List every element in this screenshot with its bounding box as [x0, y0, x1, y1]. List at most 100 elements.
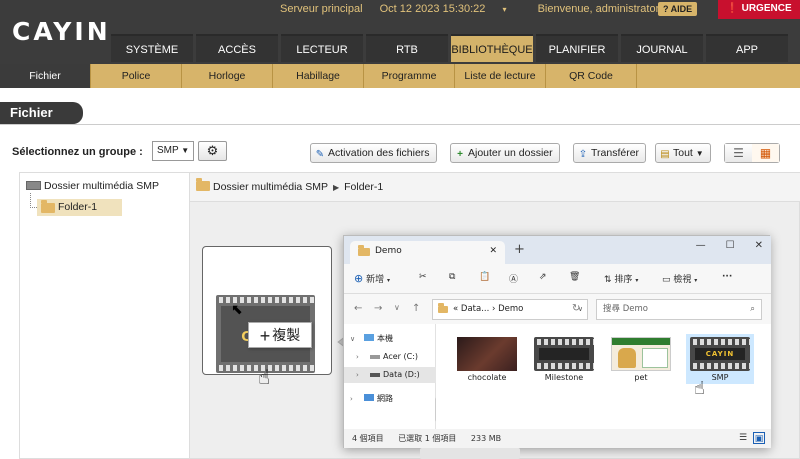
- divider: [0, 124, 800, 125]
- nav-tab-1[interactable]: ACCÈS: [196, 34, 278, 62]
- activate-files-button[interactable]: ✎ Activation des fichiers: [310, 143, 437, 163]
- up-icon[interactable]: ↑: [412, 303, 420, 314]
- recent-dropdown-icon[interactable]: ∨: [394, 303, 400, 312]
- sidebar-item-network[interactable]: › 網路: [344, 391, 436, 407]
- nav-tab-2[interactable]: LECTEUR: [281, 34, 363, 62]
- address-input[interactable]: « Data... › Demo ∨: [432, 299, 588, 320]
- explorer-file-area: chocolate Milestone pet CAYIN SMP ☝: [436, 324, 771, 429]
- folder-icon: [196, 178, 210, 191]
- folder-icon: [358, 245, 370, 256]
- minimize-icon[interactable]: —: [696, 240, 706, 251]
- file-explorer-window: Demo ✕ + — ☐ ✕ ⊕ 新增 ▾ ✂ ⧉ 📋 Ⓐ ⇗ 🗑 ⇅ 排序 ▾…: [343, 235, 771, 448]
- add-folder-button[interactable]: + Ajouter un dossier: [450, 143, 560, 163]
- file-item[interactable]: pet: [607, 334, 675, 382]
- nav-tab-4[interactable]: BIBLIOTHÈQUE: [451, 34, 533, 62]
- filter-icon: ▤: [660, 149, 670, 160]
- explorer-tab[interactable]: Demo ✕: [350, 241, 505, 264]
- close-tab-icon[interactable]: ✕: [489, 241, 497, 262]
- explorer-command-bar: ⊕ 新增 ▾ ✂ ⧉ 📋 Ⓐ ⇗ 🗑 ⇅ 排序 ▾ ▭ 檢視 ▾ ···: [344, 264, 771, 294]
- cayin-logo[interactable]: CAYIN: [12, 17, 111, 46]
- nav-tab-7[interactable]: APP: [706, 34, 788, 62]
- drive-icon: [370, 373, 380, 377]
- nav-tab-3[interactable]: RTB: [366, 34, 448, 62]
- group-settings-button[interactable]: ⚙: [198, 141, 227, 161]
- file-item[interactable]: chocolate: [453, 334, 521, 382]
- nav-tab-0[interactable]: SYSTÈME: [111, 34, 193, 62]
- chevron-right-icon: ›: [356, 353, 359, 361]
- help-button[interactable]: ? AIDE: [658, 2, 698, 16]
- hand-cursor-icon: ☝: [694, 378, 705, 399]
- view-icon: ▭: [662, 275, 671, 285]
- grid-view-icon[interactable]: ▦: [752, 144, 779, 162]
- window-controls: — ☐ ✕: [696, 240, 763, 251]
- subnav-item-1[interactable]: Police: [91, 64, 182, 88]
- explorer-address-bar: ← → ∨ ↑ « Data... › Demo ∨ ↻ 搜尋 Demo ⌕: [344, 294, 771, 324]
- selected-count: 已選取 1 個項目: [398, 434, 457, 443]
- new-tab-button[interactable]: +: [514, 242, 525, 257]
- filter-dropdown[interactable]: ▤ Tout ▼: [655, 143, 711, 163]
- maximize-icon[interactable]: ☐: [726, 240, 735, 251]
- file-item-selected[interactable]: CAYIN SMP: [686, 334, 754, 384]
- nav-tab-6[interactable]: JOURNAL: [621, 34, 703, 62]
- delete-icon[interactable]: 🗑: [569, 272, 580, 282]
- gear-icon: ⚙: [206, 143, 219, 158]
- sub-nav: Fichier Police Horloge Habillage Programme Li…: [0, 64, 800, 88]
- sort-button[interactable]: ⇅ 排序 ▾: [604, 272, 638, 285]
- chevron-right-icon: ›: [356, 371, 359, 379]
- refresh-icon[interactable]: ↻: [572, 303, 580, 314]
- breadcrumb-current[interactable]: Folder-1: [344, 181, 383, 193]
- drop-target-card[interactable]: CAYIN ⬉ ☝: [202, 246, 332, 389]
- nav-tab-5[interactable]: PLANIFIER: [536, 34, 618, 62]
- video-thumbnail: CAYIN: [690, 337, 750, 371]
- back-icon[interactable]: ←: [354, 303, 362, 314]
- status-row: Serveur principal Oct 12 2023 15:30:22 ▾…: [280, 3, 708, 15]
- explorer-titlebar: Demo ✕ + — ☐ ✕: [344, 236, 771, 264]
- tree-item-folder[interactable]: Folder-1: [37, 199, 122, 216]
- subnav-item-2[interactable]: Horloge: [182, 64, 273, 88]
- view-toggle: ☰ ▦: [724, 143, 780, 163]
- sidebar-item-drive-d[interactable]: › Data (D:): [344, 367, 436, 383]
- breadcrumb: Dossier multimédia SMP ▶ Folder-1: [190, 173, 800, 202]
- subnav-item-3[interactable]: Habillage: [273, 64, 364, 88]
- chevron-down-icon: ▼: [181, 146, 190, 155]
- server-icon: [26, 181, 41, 190]
- paste-icon[interactable]: 📋: [479, 272, 490, 282]
- share-icon[interactable]: ⇗: [539, 272, 547, 282]
- cut-icon[interactable]: ✂: [419, 272, 427, 282]
- tree-root[interactable]: Dossier multimédia SMP: [26, 180, 159, 192]
- breadcrumb-root[interactable]: Dossier multimédia SMP: [213, 181, 328, 193]
- chevron-down-icon: ▾: [502, 5, 507, 14]
- close-window-icon[interactable]: ✕: [755, 240, 763, 251]
- sidebar-item-drive-c[interactable]: › Acer (C:): [344, 349, 436, 365]
- monitor-stand: [420, 448, 520, 459]
- urgent-button[interactable]: ❗ URGENCE: [718, 0, 800, 19]
- more-options-button[interactable]: ···: [722, 272, 732, 282]
- group-select[interactable]: SMP ▼: [152, 141, 194, 161]
- rename-icon[interactable]: Ⓐ: [509, 272, 518, 285]
- transfer-button[interactable]: ⇪ Transférer: [573, 143, 647, 163]
- forward-icon[interactable]: →: [374, 303, 382, 314]
- details-view-icon[interactable]: ☰: [737, 432, 749, 444]
- search-icon: ⌕: [750, 304, 755, 314]
- subnav-item-6[interactable]: QR Code: [546, 64, 637, 88]
- subnav-item-0[interactable]: Fichier: [0, 64, 91, 88]
- server-label: Serveur principal: [280, 3, 363, 15]
- new-button[interactable]: ⊕ 新增 ▾: [354, 272, 390, 285]
- subnav-item-5[interactable]: Liste de lecture: [455, 64, 546, 88]
- view-switch: ☰ ▣: [737, 432, 765, 444]
- datetime-dropdown[interactable]: Oct 12 2023 15:30:22 ▾: [380, 3, 521, 15]
- subnav-item-4[interactable]: Programme: [364, 64, 455, 88]
- explorer-status-bar: 4 個項目 已選取 1 個項目 233 MB ☰ ▣: [344, 429, 771, 448]
- plus-icon: +: [259, 326, 271, 346]
- copy-icon[interactable]: ⧉: [449, 272, 455, 282]
- explorer-sidebar: ∨ 本機 › Acer (C:) › Data (D:) › 網路: [344, 324, 440, 429]
- group-label: Sélectionnez un groupe :: [12, 146, 143, 158]
- sidebar-item-this-pc[interactable]: ∨ 本機: [344, 331, 436, 347]
- top-header: CAYIN Serveur principal Oct 12 2023 15:3…: [0, 0, 800, 64]
- search-input[interactable]: 搜尋 Demo ⌕: [596, 299, 762, 320]
- view-button[interactable]: ▭ 檢視 ▾: [662, 272, 697, 285]
- tiles-view-icon[interactable]: ▣: [753, 432, 765, 444]
- file-item[interactable]: Milestone: [530, 334, 598, 382]
- list-view-icon[interactable]: ☰: [725, 144, 752, 162]
- chevron-down-icon: ∨: [350, 335, 356, 343]
